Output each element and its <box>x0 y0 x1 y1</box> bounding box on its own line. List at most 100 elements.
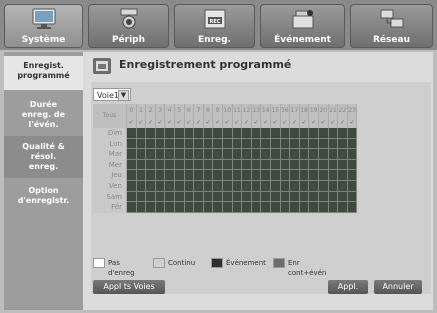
schedule-cell[interactable] <box>223 138 233 150</box>
schedule-cell[interactable] <box>299 181 310 192</box>
schedule-cell[interactable] <box>203 138 214 150</box>
cancel-button[interactable]: Annuler <box>374 280 422 294</box>
schedule-cell[interactable] <box>261 138 271 150</box>
schedule-cell[interactable] <box>290 128 300 139</box>
schedule-cell[interactable] <box>146 170 156 181</box>
schedule-cell[interactable] <box>155 159 166 171</box>
schedule-cell[interactable] <box>299 191 310 203</box>
schedule-cell[interactable] <box>309 170 319 181</box>
sidebar-item-quality-resolution[interactable]: Qualité & résol. enreg. <box>4 136 83 178</box>
schedule-cell[interactable] <box>251 181 262 192</box>
schedule-cell[interactable] <box>194 159 204 171</box>
day-label-lun[interactable]: Lun <box>93 138 127 150</box>
schedule-cell[interactable] <box>136 138 147 150</box>
schedule-cell[interactable] <box>184 149 195 160</box>
schedule-cell[interactable] <box>175 170 185 181</box>
schedule-cell[interactable] <box>213 191 223 203</box>
schedule-cell[interactable] <box>328 149 339 160</box>
schedule-cell[interactable] <box>184 191 195 203</box>
hour-header-10[interactable]: 10 ✓ <box>223 104 233 128</box>
hour-header-7[interactable]: 7 ✓ <box>194 104 204 128</box>
schedule-cell[interactable] <box>309 138 319 150</box>
hour-header-17[interactable]: 17 ✓ <box>290 104 300 128</box>
schedule-cell[interactable] <box>347 138 358 150</box>
schedule-cell[interactable] <box>319 138 329 150</box>
schedule-cell[interactable] <box>338 191 348 203</box>
schedule-cell[interactable] <box>165 138 175 150</box>
schedule-cell[interactable] <box>338 128 348 139</box>
hour-header-5[interactable]: 5 ✓ <box>175 104 185 128</box>
schedule-cell[interactable] <box>290 170 300 181</box>
schedule-cell[interactable] <box>271 191 281 203</box>
schedule-cell[interactable] <box>328 191 339 203</box>
schedule-cell[interactable] <box>242 138 252 150</box>
schedule-cell[interactable] <box>299 159 310 171</box>
schedule-cell[interactable] <box>155 170 166 181</box>
hour-header-15[interactable]: 15 ✓ <box>271 104 281 128</box>
schedule-cell[interactable] <box>136 170 147 181</box>
schedule-cell[interactable] <box>280 159 291 171</box>
schedule-cell[interactable] <box>184 181 195 192</box>
schedule-cell[interactable] <box>328 181 339 192</box>
schedule-cell[interactable] <box>299 128 310 139</box>
schedule-cell[interactable] <box>146 191 156 203</box>
schedule-cell[interactable] <box>223 159 233 171</box>
schedule-cell[interactable] <box>328 159 339 171</box>
schedule-cell[interactable] <box>184 170 195 181</box>
schedule-cell[interactable] <box>194 202 204 213</box>
schedule-cell[interactable] <box>155 138 166 150</box>
schedule-cell[interactable] <box>290 149 300 160</box>
schedule-cell[interactable] <box>338 181 348 192</box>
schedule-cell[interactable] <box>309 149 319 160</box>
schedule-cell[interactable] <box>194 149 204 160</box>
schedule-cell[interactable] <box>328 128 339 139</box>
schedule-cell[interactable] <box>242 170 252 181</box>
tab-periph[interactable]: Périph <box>88 4 169 48</box>
schedule-cell[interactable] <box>136 149 147 160</box>
schedule-cell[interactable] <box>223 128 233 139</box>
schedule-cell[interactable] <box>251 128 262 139</box>
hour-header-20[interactable]: 20 ✓ <box>319 104 329 128</box>
hour-header-11[interactable]: 11 ✓ <box>232 104 243 128</box>
hour-header-21[interactable]: 21 ✓ <box>328 104 339 128</box>
schedule-cell[interactable] <box>319 191 329 203</box>
schedule-cell[interactable] <box>175 202 185 213</box>
schedule-cell[interactable] <box>213 202 223 213</box>
schedule-cell[interactable] <box>299 170 310 181</box>
schedule-cell[interactable] <box>165 149 175 160</box>
schedule-cell[interactable] <box>136 202 147 213</box>
schedule-cell[interactable] <box>261 191 271 203</box>
schedule-cell[interactable] <box>309 191 319 203</box>
schedule-cell[interactable] <box>328 170 339 181</box>
schedule-cell[interactable] <box>261 128 271 139</box>
hour-header-22[interactable]: 22 ✓ <box>338 104 348 128</box>
schedule-cell[interactable] <box>203 159 214 171</box>
schedule-cell[interactable] <box>165 202 175 213</box>
schedule-cell[interactable] <box>127 128 137 139</box>
schedule-cell[interactable] <box>155 191 166 203</box>
schedule-cell[interactable] <box>242 191 252 203</box>
schedule-cell[interactable] <box>203 170 214 181</box>
schedule-cell[interactable] <box>165 181 175 192</box>
schedule-cell[interactable] <box>271 128 281 139</box>
schedule-cell[interactable] <box>203 191 214 203</box>
apply-button[interactable]: Appl. <box>328 280 368 294</box>
schedule-cell[interactable] <box>290 181 300 192</box>
schedule-cell[interactable] <box>280 181 291 192</box>
hour-header-8[interactable]: 8 ✓ <box>203 104 214 128</box>
schedule-cell[interactable] <box>127 170 137 181</box>
schedule-cell[interactable] <box>213 138 223 150</box>
schedule-cell[interactable] <box>242 202 252 213</box>
schedule-cell[interactable] <box>165 128 175 139</box>
schedule-cell[interactable] <box>261 202 271 213</box>
schedule-cell[interactable] <box>309 181 319 192</box>
schedule-cell[interactable] <box>242 159 252 171</box>
schedule-cell[interactable] <box>184 159 195 171</box>
schedule-cell[interactable] <box>251 191 262 203</box>
hour-header-19[interactable]: 19 ✓ <box>309 104 319 128</box>
schedule-cell[interactable] <box>127 191 137 203</box>
schedule-cell[interactable] <box>347 191 358 203</box>
schedule-cell[interactable] <box>347 159 358 171</box>
schedule-cell[interactable] <box>175 138 185 150</box>
schedule-cell[interactable] <box>347 202 358 213</box>
